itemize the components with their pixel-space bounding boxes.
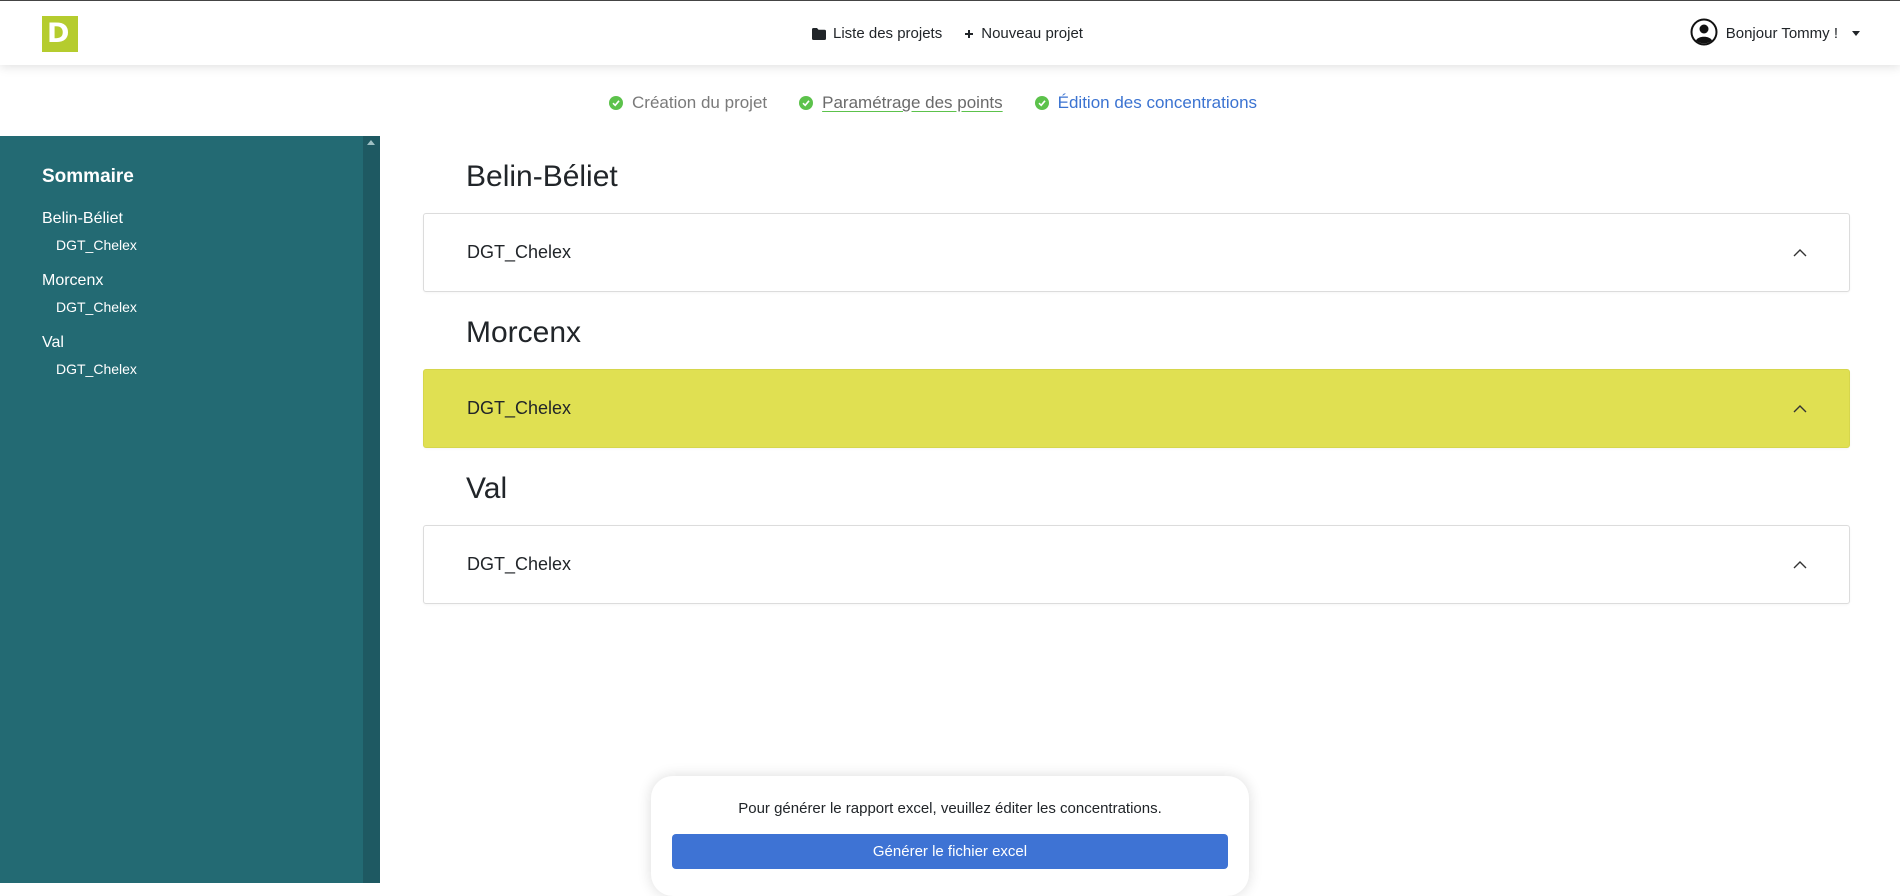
user-menu-dropdown[interactable]: Bonjour Tommy ! [1690, 1, 1860, 66]
top-navbar: D Liste des projets Nouveau projet Bonjo… [0, 0, 1900, 65]
step-points-settings[interactable]: Paramétrage des points [799, 93, 1003, 113]
nav-new-project-link[interactable]: Nouveau projet [964, 25, 1083, 42]
step-label: Édition des concentrations [1057, 93, 1258, 112]
accordion-label: DGT_Chelex [467, 242, 572, 262]
check-circle-icon [609, 96, 623, 110]
accordion-dgt-chelex-belin-beliet[interactable]: DGT_Chelex [423, 213, 1850, 292]
check-circle-icon [799, 96, 814, 110]
scroll-up-icon[interactable] [367, 140, 375, 145]
sidebar-summary: Sommaire Belin-Béliet DGT_Chelex Morcenx… [0, 136, 380, 883]
sidebar-group: Belin-Béliet DGT_Chelex [42, 209, 342, 254]
sidebar-group: Val DGT_Chelex [42, 333, 342, 378]
sidebar-title: Sommaire [42, 166, 134, 187]
section-title-val: Val [466, 472, 508, 505]
chevron-up-icon [1793, 404, 1807, 412]
report-generation-card: Pour générer le rapport excel, veuillez … [651, 776, 1249, 896]
app-logo[interactable]: D [42, 16, 78, 52]
step-project-creation[interactable]: Création du projet [609, 93, 767, 113]
step-label: Paramétrage des points [822, 93, 1003, 112]
nav-projects-list-label: Liste des projets [833, 25, 943, 42]
progress-stepper: Création du projet Paramétrage des point… [609, 88, 1257, 118]
report-message: Pour générer le rapport excel, veuillez … [738, 800, 1162, 817]
chevron-down-icon [1852, 31, 1860, 36]
sidebar-group: Morcenx DGT_Chelex [42, 271, 342, 316]
main-content: Belin-Béliet DGT_Chelex Morcenx DGT_Chel… [423, 136, 1850, 604]
chevron-up-icon [1793, 248, 1807, 256]
accordion-dgt-chelex-morcenx[interactable]: DGT_Chelex [423, 369, 1850, 448]
sidebar-list: Belin-Béliet DGT_Chelex Morcenx DGT_Chel… [42, 209, 342, 395]
sidebar-item-val[interactable]: Val [42, 333, 342, 353]
accordion-dgt-chelex-val[interactable]: DGT_Chelex [423, 525, 1850, 604]
nav-projects-list-link[interactable]: Liste des projets [812, 25, 942, 42]
accordion-label: DGT_Chelex [467, 398, 572, 418]
accordion-label: DGT_Chelex [467, 554, 572, 574]
generate-excel-button[interactable]: Générer le fichier excel [672, 834, 1228, 869]
folder-icon [812, 27, 826, 40]
section-title-belin-beliet: Belin-Béliet [466, 160, 618, 193]
sidebar-subitem-dgt-chelex[interactable]: DGT_Chelex [56, 361, 342, 378]
user-circle-icon [1690, 18, 1718, 50]
sidebar-scrollbar[interactable] [363, 136, 380, 883]
main-nav: Liste des projets Nouveau projet [812, 1, 1083, 66]
section-title-morcenx: Morcenx [466, 316, 582, 349]
sidebar-subitem-dgt-chelex[interactable]: DGT_Chelex [56, 237, 342, 254]
nav-new-project-label: Nouveau projet [981, 25, 1083, 42]
user-greeting: Bonjour Tommy ! [1725, 25, 1838, 42]
chevron-up-icon [1793, 560, 1807, 568]
plus-icon [964, 29, 974, 39]
sidebar-subitem-dgt-chelex[interactable]: DGT_Chelex [56, 299, 342, 316]
step-concentrations-editing[interactable]: Édition des concentrations [1034, 93, 1258, 113]
check-circle-icon [1034, 96, 1049, 110]
sidebar-item-morcenx[interactable]: Morcenx [42, 271, 342, 291]
step-label: Création du projet [632, 93, 768, 112]
sidebar-item-belin-beliet[interactable]: Belin-Béliet [42, 209, 342, 229]
